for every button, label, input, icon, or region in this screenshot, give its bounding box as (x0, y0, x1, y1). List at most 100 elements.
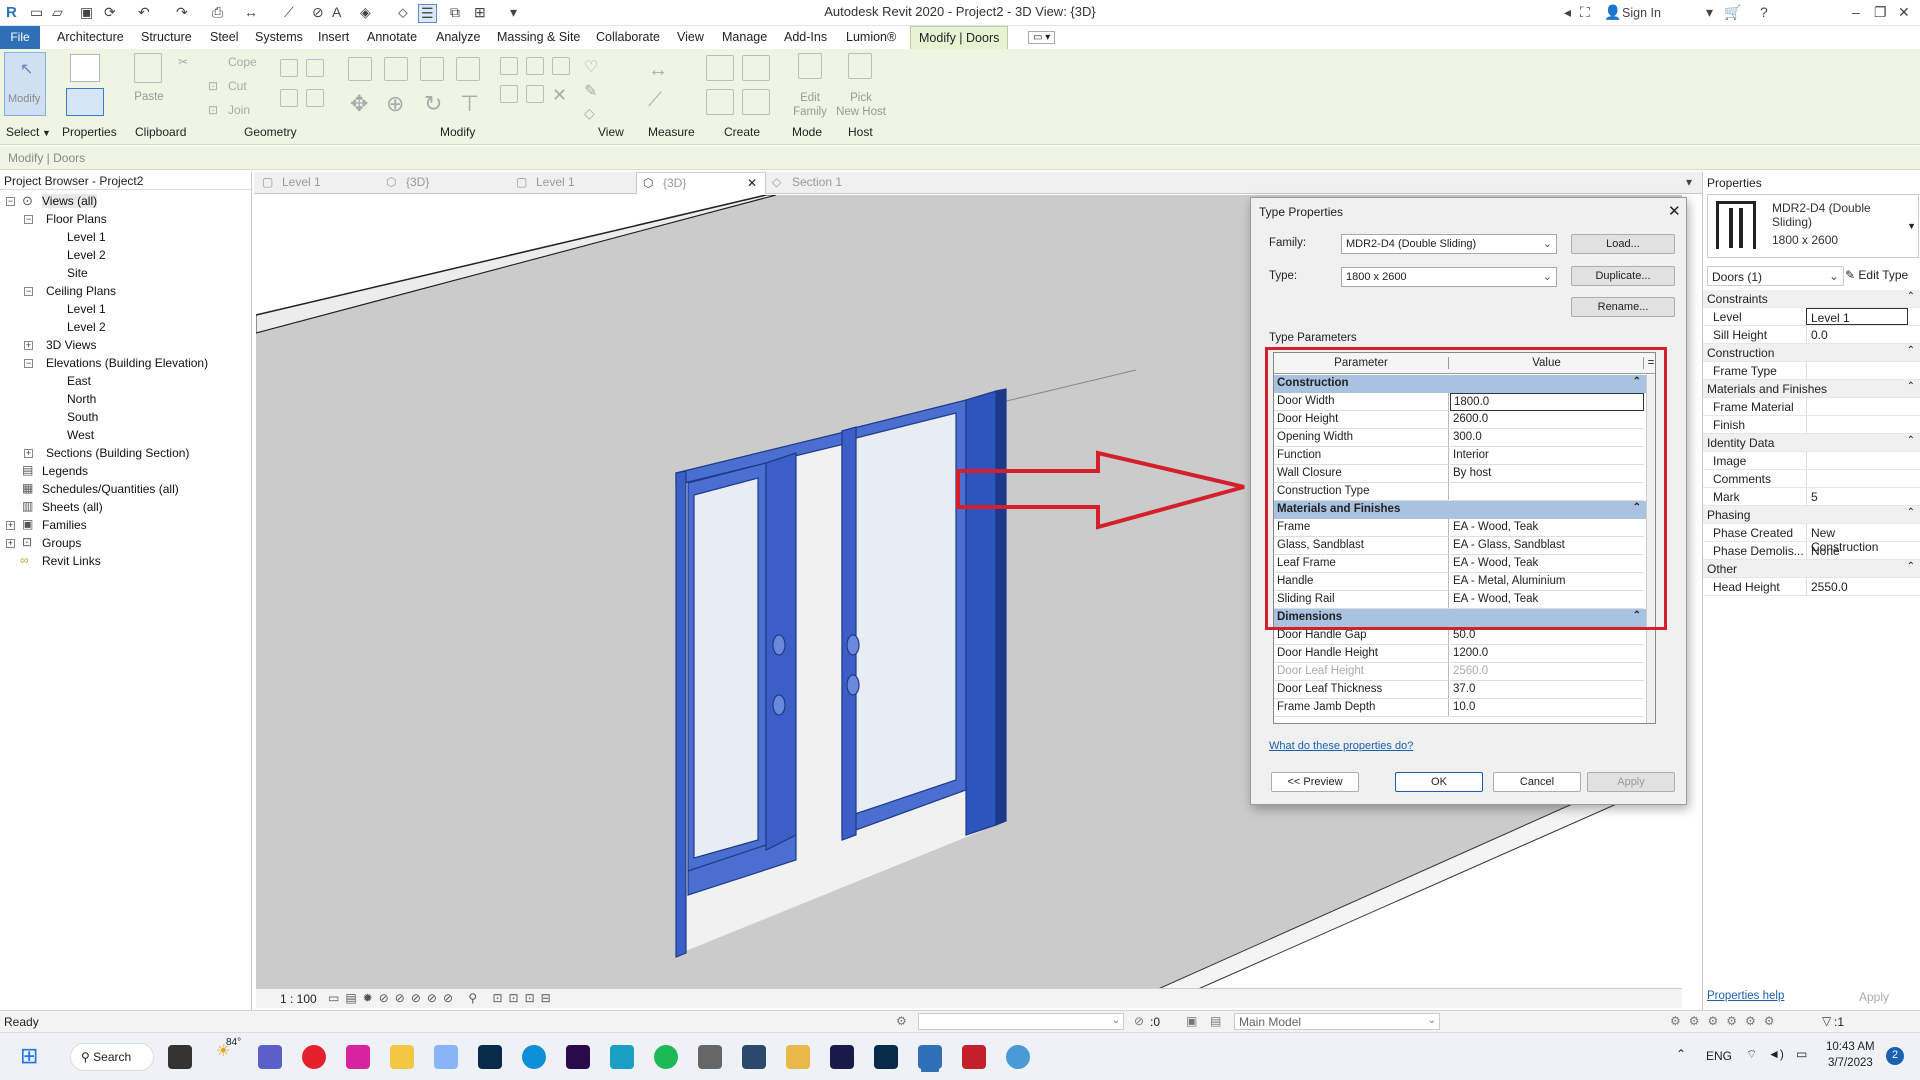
opera-icon[interactable] (302, 1045, 326, 1069)
tab-annotate[interactable]: Annotate (367, 30, 417, 44)
modify-button[interactable]: ↖ Modify (4, 52, 46, 116)
delete-icon[interactable]: ✕ (552, 85, 567, 106)
tab-lumion[interactable]: Lumion® (846, 30, 896, 44)
properties-section-header[interactable]: Construction ⌃ (1703, 344, 1920, 362)
edit-type-button[interactable]: ✎ Edit Type (1845, 268, 1908, 282)
tab-list-icon[interactable]: ▾ (1686, 175, 1692, 189)
collapse-section-icon[interactable]: ⌃ (1907, 291, 1915, 302)
property-value[interactable] (1806, 362, 1908, 379)
join-button[interactable]: Join (228, 103, 250, 117)
view-control-icons[interactable]: ▭▤✹⊘⊘⊘⊘⊘ ⚲ ⊡⊡⊡⊟ (328, 991, 557, 1005)
unpin-icon[interactable] (526, 85, 544, 103)
create-similar-icon[interactable] (742, 89, 770, 115)
pick-new-host-button[interactable]: Pick New Host (836, 53, 886, 119)
load-button[interactable]: Load... (1571, 234, 1675, 254)
param-value[interactable]: 2560.0 (1450, 663, 1644, 681)
help-link[interactable]: What do these properties do? (1269, 740, 1413, 752)
linework-icon[interactable]: ◇ (584, 105, 595, 122)
editable-only-icon[interactable]: ⊘ (1134, 1014, 1144, 1028)
expand-toggle-icon[interactable]: + (24, 449, 33, 458)
collapse-toggle-icon[interactable]: − (24, 215, 33, 224)
taskview-icon[interactable] (168, 1045, 192, 1069)
browser-item-sections[interactable]: Sections (Building Section) (46, 446, 189, 460)
scale-icon[interactable] (552, 57, 570, 75)
browser-item-schedules[interactable]: Schedules/Quantities (all) (42, 482, 179, 496)
infocenter-back-icon[interactable]: ◂ (1564, 4, 1571, 21)
tab-massing-site[interactable]: Massing & Site (497, 30, 580, 44)
browser-item-elevations[interactable]: Elevations (Building Elevation) (46, 356, 208, 370)
measure-icon[interactable]: ↔ (648, 59, 668, 82)
panel-select[interactable]: Select (6, 125, 39, 139)
design-option-select[interactable]: Main Model ⌄ (1234, 1013, 1440, 1030)
trim-icon[interactable]: ⊤ (460, 91, 479, 117)
edge-icon[interactable] (522, 1045, 546, 1069)
tab-add-ins[interactable]: Add-Ins (784, 30, 827, 44)
expand-toggle-icon[interactable]: + (6, 539, 15, 548)
revit-taskbar-icon[interactable] (918, 1045, 942, 1069)
language-indicator[interactable]: ENG (1706, 1049, 1732, 1063)
workset-select[interactable]: ⌄ (918, 1013, 1124, 1030)
properties-apply-button[interactable]: Apply (1859, 990, 1889, 1004)
expand-toggle-icon[interactable]: + (24, 341, 33, 350)
property-value[interactable] (1806, 470, 1908, 487)
properties-help-link[interactable]: Properties help (1707, 990, 1784, 1002)
photoshop-icon[interactable] (874, 1045, 898, 1069)
view-tab-level-1-b[interactable]: Level 1 (536, 175, 575, 189)
tab-architecture[interactable]: Architecture (57, 30, 124, 44)
browser-item-legends[interactable]: Legends (42, 464, 88, 478)
browser-item-sheets[interactable]: Sheets (all) (42, 500, 103, 514)
selection-options-icons[interactable]: ⚙⚙⚙⚙⚙⚙ (1670, 1014, 1783, 1028)
property-value[interactable]: 5 (1806, 488, 1908, 505)
param-value[interactable]: 37.0 (1450, 681, 1644, 699)
wifi-icon[interactable]: ⌔ (1746, 1047, 1757, 1062)
property-value[interactable]: None (1806, 542, 1908, 559)
geometry-tool-icon[interactable] (280, 89, 298, 107)
close-tab-icon[interactable]: ✕ (747, 176, 757, 190)
view-tab-level-1[interactable]: Level 1 (282, 175, 321, 189)
mirror-draw-icon[interactable] (456, 57, 480, 81)
clock-time[interactable]: 10:43 AM (1826, 1041, 1875, 1053)
panel-toggle-icon[interactable]: ▭ ▾ (1028, 31, 1056, 44)
scale-label[interactable]: 1 : 100 (280, 992, 317, 1006)
browser-item-site[interactable]: Site (67, 266, 88, 280)
tab-analyze[interactable]: Analyze (436, 30, 480, 44)
browser-item-level-1[interactable]: Level 1 (67, 302, 106, 316)
exclude-option-icon[interactable]: ▤ (1210, 1014, 1221, 1028)
type-properties-button[interactable] (66, 52, 110, 116)
pin-icon[interactable] (500, 85, 518, 103)
duplicate-button[interactable]: Duplicate... (1571, 266, 1675, 286)
collapse-section-icon[interactable]: ⌃ (1907, 435, 1915, 446)
design-option-icon[interactable]: ▣ (1186, 1014, 1197, 1028)
volume-icon[interactable]: ◄) (1768, 1047, 1784, 1061)
collapse-toggle-icon[interactable]: − (24, 287, 33, 296)
browser-item-groups[interactable]: Groups (42, 536, 81, 550)
properties-section-header[interactable]: Materials and Finishes ⌃ (1703, 380, 1920, 398)
properties-section-header[interactable]: Phasing ⌃ (1703, 506, 1920, 524)
properties-section-header[interactable]: Constraints ⌃ (1703, 290, 1920, 308)
help-icon[interactable]: ? (1760, 4, 1768, 20)
user-icon[interactable]: 👤 (1604, 4, 1621, 21)
instance-filter-select[interactable]: Doors (1) ⌄ (1707, 266, 1844, 286)
split-icon[interactable] (500, 57, 518, 75)
tab-collaborate[interactable]: Collaborate (596, 30, 660, 44)
battery-icon[interactable]: ▭ (1796, 1047, 1807, 1061)
type-select[interactable]: 1800 x 2600 ⌄ (1341, 267, 1557, 287)
tab-modify-doors[interactable]: Modify | Doors (910, 26, 1009, 49)
create-parts-icon[interactable] (742, 55, 770, 81)
property-value[interactable] (1806, 398, 1908, 415)
browser-item-families[interactable]: Families (42, 518, 87, 532)
hide-icon[interactable]: ♡ (584, 57, 598, 77)
browser-item-level-2[interactable]: Level 2 (67, 320, 106, 334)
browser-item-level-1[interactable]: Level 1 (67, 230, 106, 244)
offset-icon[interactable] (384, 57, 408, 81)
param-value[interactable]: 1200.0 (1450, 645, 1644, 663)
move-icon[interactable]: ✥ (350, 91, 368, 117)
autocad-icon[interactable] (962, 1045, 986, 1069)
properties-section-header[interactable]: Identity Data ⌃ (1703, 434, 1920, 452)
tab-view[interactable]: View (677, 30, 704, 44)
photos-icon[interactable] (434, 1045, 458, 1069)
minimize-icon[interactable]: – (1852, 4, 1860, 20)
property-value[interactable] (1806, 416, 1908, 433)
array-icon[interactable] (526, 57, 544, 75)
cancel-button[interactable]: Cancel (1493, 772, 1581, 792)
